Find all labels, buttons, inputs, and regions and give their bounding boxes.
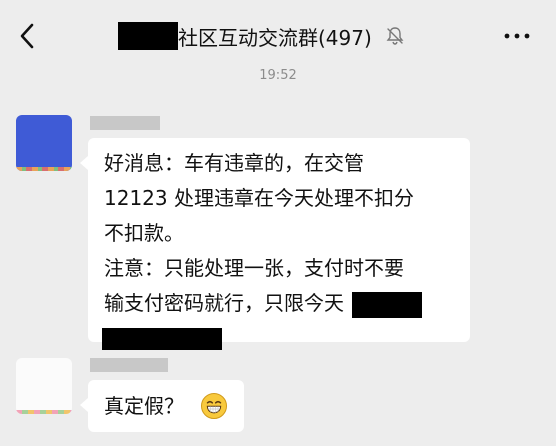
redaction-box bbox=[352, 291, 423, 318]
chat-header: 社区互动交流群(497) bbox=[0, 0, 556, 72]
message-line: 不扣款。 bbox=[104, 221, 184, 245]
chevron-left-icon[interactable] bbox=[14, 20, 42, 52]
message-line: 12123 处理违章在今天处理不扣分 bbox=[104, 186, 414, 210]
message-timestamp: 19:52 bbox=[259, 68, 297, 83]
avatar-decoration bbox=[16, 410, 72, 414]
message-text: 真定假？ bbox=[104, 394, 184, 418]
avatar-decoration bbox=[16, 167, 72, 171]
chat-title: 社区互动交流群(497) bbox=[178, 25, 372, 50]
message-line: 好消息：车有违章的，在交管 bbox=[104, 151, 364, 175]
sender-avatar[interactable] bbox=[16, 358, 72, 414]
redaction-box bbox=[118, 22, 178, 50]
more-dots-icon[interactable] bbox=[502, 24, 532, 48]
message-line-with-redaction: 输支付密码就行，只限今天 bbox=[104, 290, 423, 318]
message-bubble[interactable]: 真定假？ bbox=[80, 380, 244, 432]
redaction-box bbox=[102, 328, 222, 350]
sender-name-redacted bbox=[90, 358, 168, 372]
message-line: 注意：只能处理一张，支付时不要 bbox=[104, 256, 404, 280]
message-bubble[interactable]: 好消息：车有违章的，在交管 12123 处理违章在今天处理不扣分 不扣款。 注意… bbox=[80, 138, 470, 350]
bell-muted-icon bbox=[386, 27, 404, 45]
grinning-face-icon bbox=[201, 393, 227, 419]
sender-name-redacted bbox=[90, 116, 160, 130]
chat-title-area: 社区互动交流群(497) bbox=[118, 20, 406, 52]
sender-avatar[interactable] bbox=[16, 115, 72, 171]
message-line: 输支付密码就行，只限今天 bbox=[104, 291, 344, 315]
